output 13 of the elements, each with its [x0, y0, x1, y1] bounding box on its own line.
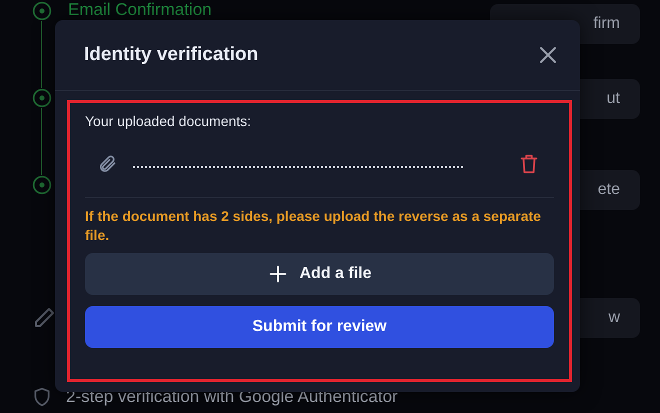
dialog-title: Identity verification: [84, 44, 258, 66]
trash-icon[interactable]: [518, 153, 540, 175]
step-dot-icon: [32, 88, 52, 108]
section-label: Your uploaded documents:: [85, 113, 252, 129]
step-dot-icon: [32, 1, 52, 21]
shield-icon: [32, 387, 52, 407]
submit-button[interactable]: Submit for review: [85, 306, 554, 348]
add-file-button[interactable]: Add a file: [85, 253, 554, 295]
paperclip-icon: [97, 154, 117, 174]
step-dot-icon: [32, 175, 52, 195]
warning-text: If the document has 2 sides, please upload the reverse as a separate file.: [85, 207, 542, 245]
step-title: Email Confirmation: [68, 0, 213, 20]
pencil-icon: [32, 306, 56, 330]
